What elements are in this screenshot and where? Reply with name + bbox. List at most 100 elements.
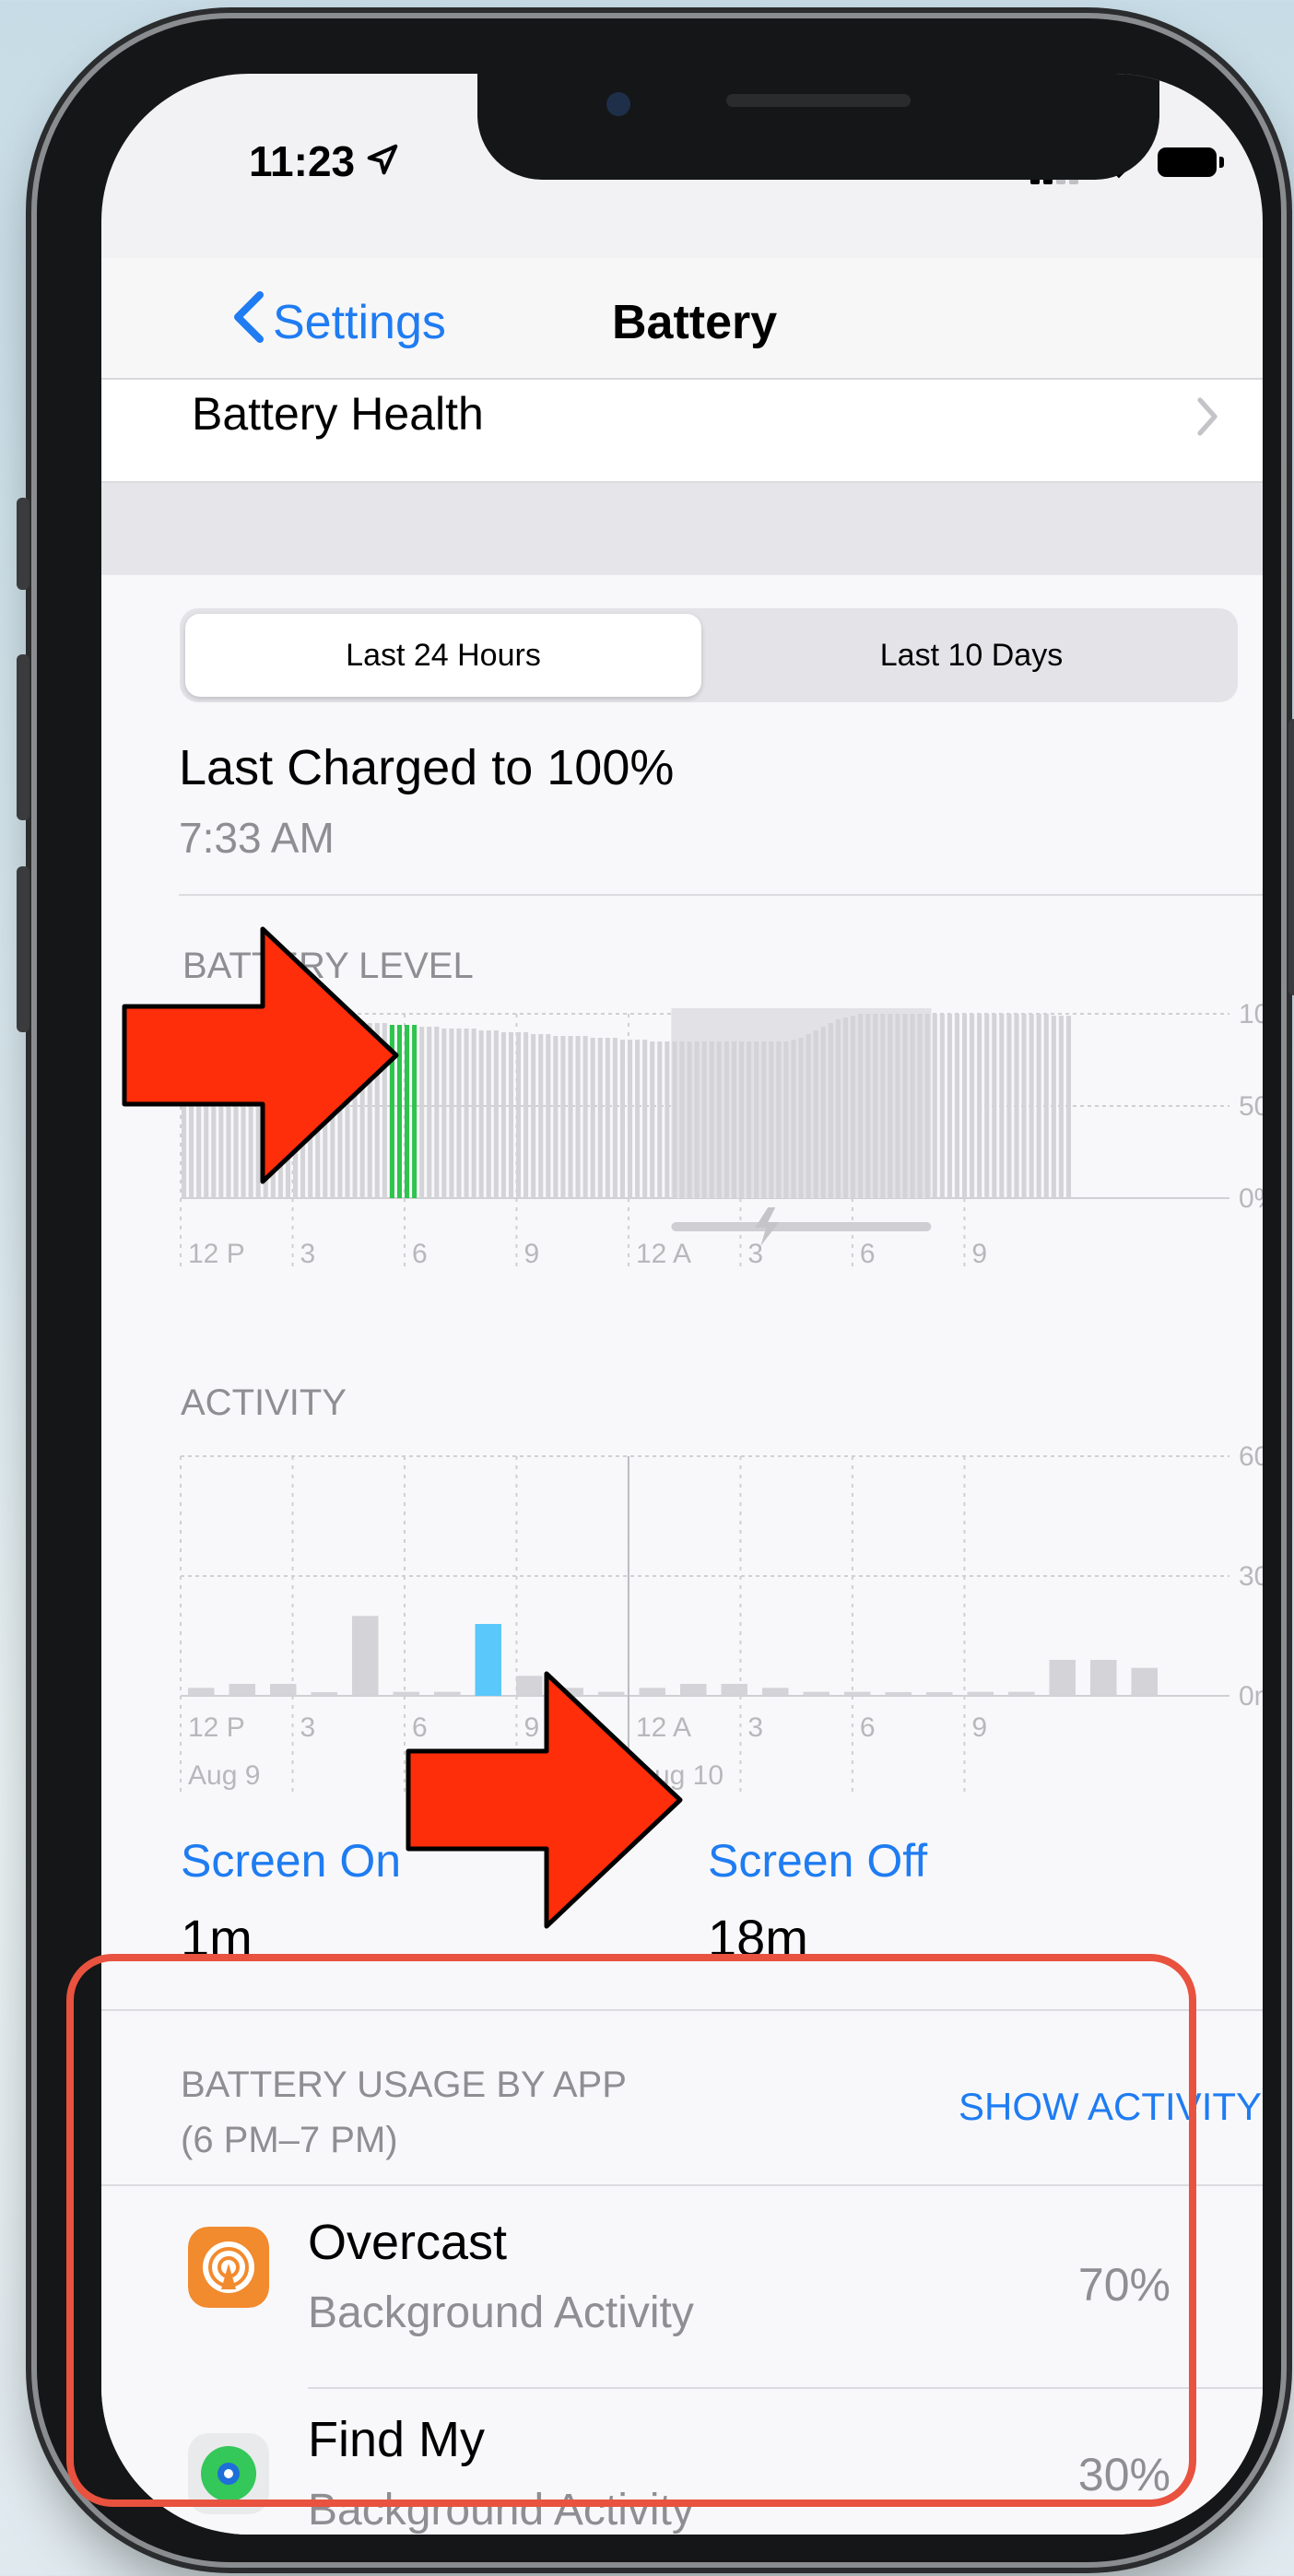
- battery-level-bar: [694, 1041, 700, 1198]
- section-separator: [101, 483, 1263, 575]
- volume-up-button: [17, 654, 29, 820]
- battery-level-bar: [806, 1034, 811, 1198]
- battery-level-bar: [516, 1032, 522, 1198]
- battery-level-bar: [441, 1029, 447, 1198]
- volume-down-button: [17, 866, 29, 1032]
- activity-bar: [1049, 1660, 1076, 1696]
- battery-level-bar: [1006, 1014, 1012, 1198]
- battery-level-bar: [650, 1041, 655, 1198]
- activity-bar: [229, 1684, 255, 1696]
- date-label: Aug 9: [188, 1760, 260, 1791]
- battery-level-bar: [813, 1030, 818, 1198]
- x-tick-label: 3: [300, 1712, 315, 1743]
- segment-last-10-days[interactable]: Last 10 Days: [711, 614, 1232, 697]
- segment-last-24-hours[interactable]: Last 24 Hours: [185, 614, 701, 697]
- battery-level-bar: [970, 1014, 975, 1198]
- battery-level-bar: [984, 1014, 990, 1198]
- battery-level-bar: [739, 1041, 745, 1198]
- battery-level-bar: [851, 1016, 856, 1198]
- page-title: Battery: [612, 296, 778, 349]
- x-tick-label: 3: [747, 1712, 763, 1743]
- battery-level-bar: [977, 1014, 982, 1198]
- battery-level-bar: [992, 1014, 997, 1198]
- battery-level-bar: [910, 1014, 915, 1198]
- activity-bar: [885, 1692, 912, 1696]
- battery-level-bar: [842, 1017, 848, 1198]
- activity-bar: [803, 1691, 829, 1696]
- y-tick-label: 0m: [1239, 1681, 1263, 1711]
- battery-level-bar: [665, 1041, 670, 1198]
- battery-level-bar: [412, 1025, 418, 1198]
- y-tick-label: 60m: [1239, 1441, 1263, 1472]
- battery-level-bar: [723, 1041, 729, 1198]
- battery-level-bar: [1036, 1014, 1041, 1198]
- back-button[interactable]: Settings: [273, 295, 446, 350]
- x-tick-label: 3: [300, 1239, 315, 1269]
- y-tick-label: 0%: [1239, 1183, 1263, 1214]
- x-tick-label: 9: [523, 1239, 539, 1269]
- battery-level-bar: [672, 1041, 677, 1198]
- x-tick-label: 9: [971, 1712, 987, 1743]
- activity-bar: [311, 1692, 337, 1696]
- location-arrow-icon: [367, 144, 398, 175]
- battery-level-bar: [568, 1036, 573, 1198]
- x-tick-label: 6: [412, 1239, 428, 1269]
- battery-level-bar: [917, 1014, 923, 1198]
- annotation-arrow-screen-off-icon: [406, 1671, 683, 1929]
- battery-level-bar: [449, 1029, 454, 1198]
- battery-level-bar: [835, 1019, 841, 1198]
- battery-level-bar: [1051, 1016, 1056, 1198]
- battery-level-bar: [709, 1041, 714, 1198]
- time-range-segmented-control[interactable]: Last 24 Hours Last 10 Days: [180, 608, 1238, 702]
- battery-level-bar: [888, 1014, 893, 1198]
- battery-level-bar: [1058, 1016, 1064, 1198]
- battery-level-bar: [464, 1029, 469, 1198]
- battery-level-bar: [628, 1040, 633, 1198]
- activity-bar: [721, 1684, 747, 1696]
- last-charged-label: Last Charged to 100%: [179, 740, 675, 795]
- status-time: 11:23: [249, 137, 356, 185]
- back-chevron-icon[interactable]: [230, 289, 267, 345]
- battery-level-bar: [1043, 1014, 1049, 1198]
- activity-bar: [1131, 1667, 1158, 1696]
- annotation-arrow-battery-icon: [122, 926, 399, 1184]
- activity-bar: [844, 1691, 871, 1696]
- battery-level-bar: [538, 1034, 544, 1198]
- battery-level-bar: [590, 1038, 595, 1198]
- battery-level-bar: [478, 1030, 484, 1198]
- x-tick-label: 3: [747, 1239, 763, 1269]
- battery-level-bar: [471, 1029, 476, 1198]
- battery-level-bar: [635, 1040, 641, 1198]
- battery-level-bar: [582, 1036, 588, 1198]
- battery-health-label: Battery Health: [192, 388, 484, 440]
- activity-bar: [1090, 1660, 1117, 1696]
- activity-grid: [180, 1455, 1229, 1797]
- battery-level-bar: [1029, 1014, 1034, 1198]
- x-tick-label: 12 A: [636, 1239, 691, 1269]
- x-tick-label: 9: [971, 1239, 987, 1269]
- battery-level-bar: [701, 1041, 707, 1198]
- screen-off-label: Screen Off: [708, 1835, 928, 1887]
- battery-level-bar: [531, 1034, 536, 1198]
- battery-level-bar: [932, 1014, 937, 1198]
- y-tick-label: 50%: [1239, 1091, 1263, 1122]
- battery-level-bar: [508, 1032, 513, 1198]
- battery-level-bar: [828, 1023, 833, 1198]
- screen-on-label: Screen On: [181, 1835, 402, 1887]
- battery-level-y-ticks: 100% 50% 0%: [1239, 999, 1263, 1214]
- battery-level-bar: [769, 1041, 774, 1198]
- battery-level-bar: [687, 1041, 692, 1198]
- battery-level-bar: [493, 1030, 499, 1198]
- battery-level-bar: [657, 1041, 663, 1198]
- battery-level-bar: [716, 1041, 722, 1198]
- battery-status-icon: [1158, 147, 1226, 179]
- chevron-right-icon: [1197, 397, 1218, 436]
- battery-level-bar: [962, 1014, 968, 1198]
- divider: [179, 894, 1263, 896]
- battery-level-bar: [902, 1014, 908, 1198]
- battery-level-bar: [776, 1041, 782, 1198]
- battery-level-bar: [754, 1041, 759, 1198]
- battery-level-bar: [486, 1030, 491, 1198]
- battery-level-bar: [1021, 1014, 1027, 1198]
- annotation-highlight-box: [66, 1954, 1196, 2507]
